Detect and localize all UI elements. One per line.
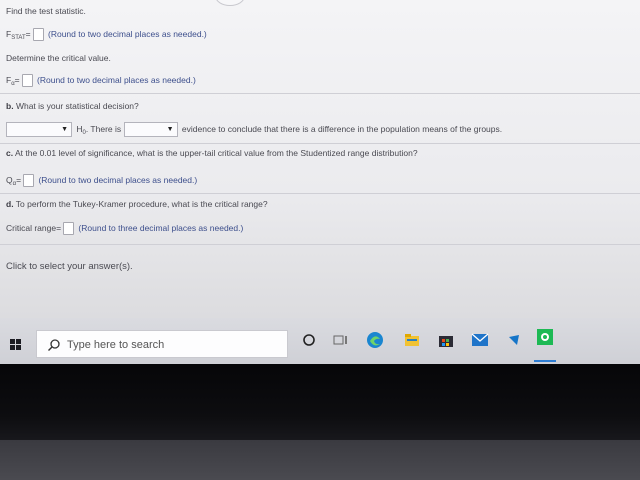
divider <box>0 143 640 144</box>
round-two-hint-2: (Round to two decimal places as needed.) <box>37 74 196 85</box>
falpha-input[interactable] <box>21 74 33 87</box>
search-placeholder: Type here to search <box>67 339 165 351</box>
click-select-text: Click to select your answer(s). <box>6 261 133 272</box>
qalpha-label: Qα <box>6 174 17 187</box>
mail-icon[interactable] <box>471 331 489 349</box>
decision-select[interactable]: ▼ <box>6 122 72 137</box>
falpha-row: Fα= (Round to two decimal places as need… <box>6 74 196 87</box>
fstat-input[interactable] <box>32 28 44 41</box>
search-icon <box>48 339 60 351</box>
evidence-text: evidence to conclude that there is a dif… <box>181 123 503 134</box>
round-two-hint-3: (Round to two decimal places as needed.) <box>38 174 198 185</box>
task-view-icon[interactable] <box>332 331 350 349</box>
decorative-bubble <box>215 0 245 6</box>
fstat-row: FSTAT= (Round to two decimal places as n… <box>6 28 207 41</box>
windows-taskbar: Type here to search <box>0 318 640 364</box>
qalpha-input[interactable] <box>23 174 35 187</box>
crit-range-label: Critical range <box>6 222 57 233</box>
divider <box>0 93 640 94</box>
question-d: d. To perform the Tukey-Kramer procedure… <box>6 199 268 209</box>
file-explorer-icon[interactable] <box>403 331 421 349</box>
browser-content: Find the test statistic. FSTAT= (Round t… <box>0 0 640 318</box>
arrow-app-icon[interactable] <box>505 331 523 349</box>
spotify-icon[interactable] <box>536 328 554 346</box>
divider <box>0 244 640 245</box>
fstat-label: FSTAT <box>6 28 26 41</box>
find-stat-text: Find the test statistic. <box>6 6 86 16</box>
windows-start-icon[interactable] <box>10 339 22 351</box>
crit-range-row: Critical range= (Round to three decimal … <box>6 222 243 235</box>
det-crit-text: Determine the critical value. <box>6 53 111 63</box>
falpha-label: Fα <box>6 74 15 87</box>
round-two-hint: (Round to two decimal places as needed.) <box>48 28 207 39</box>
taskbar-search-box[interactable]: Type here to search <box>36 330 288 358</box>
decision-row: ▼ H0. There is ▼ evidence to conclude th… <box>6 122 502 137</box>
cortana-icon[interactable] <box>300 331 318 349</box>
dropdown-arrow-icon: ▼ <box>166 126 174 133</box>
store-icon[interactable] <box>437 331 455 349</box>
h0-label: H0 <box>76 123 86 136</box>
active-app-indicator <box>534 360 556 362</box>
dropdown-arrow-icon: ▼ <box>61 126 68 133</box>
round-three-hint: (Round to three decimal places as needed… <box>78 222 244 233</box>
laptop-keyboard <box>0 440 640 480</box>
edge-icon[interactable] <box>366 331 384 349</box>
divider <box>0 193 640 194</box>
question-b: b. What is your statistical decision? <box>6 101 139 111</box>
crit-range-input[interactable] <box>63 222 75 235</box>
evidence-select[interactable]: ▼ <box>123 122 178 137</box>
question-c: c. At the 0.01 level of significance, wh… <box>6 148 418 158</box>
qalpha-row: Qα= (Round to two decimal places as need… <box>6 174 198 187</box>
